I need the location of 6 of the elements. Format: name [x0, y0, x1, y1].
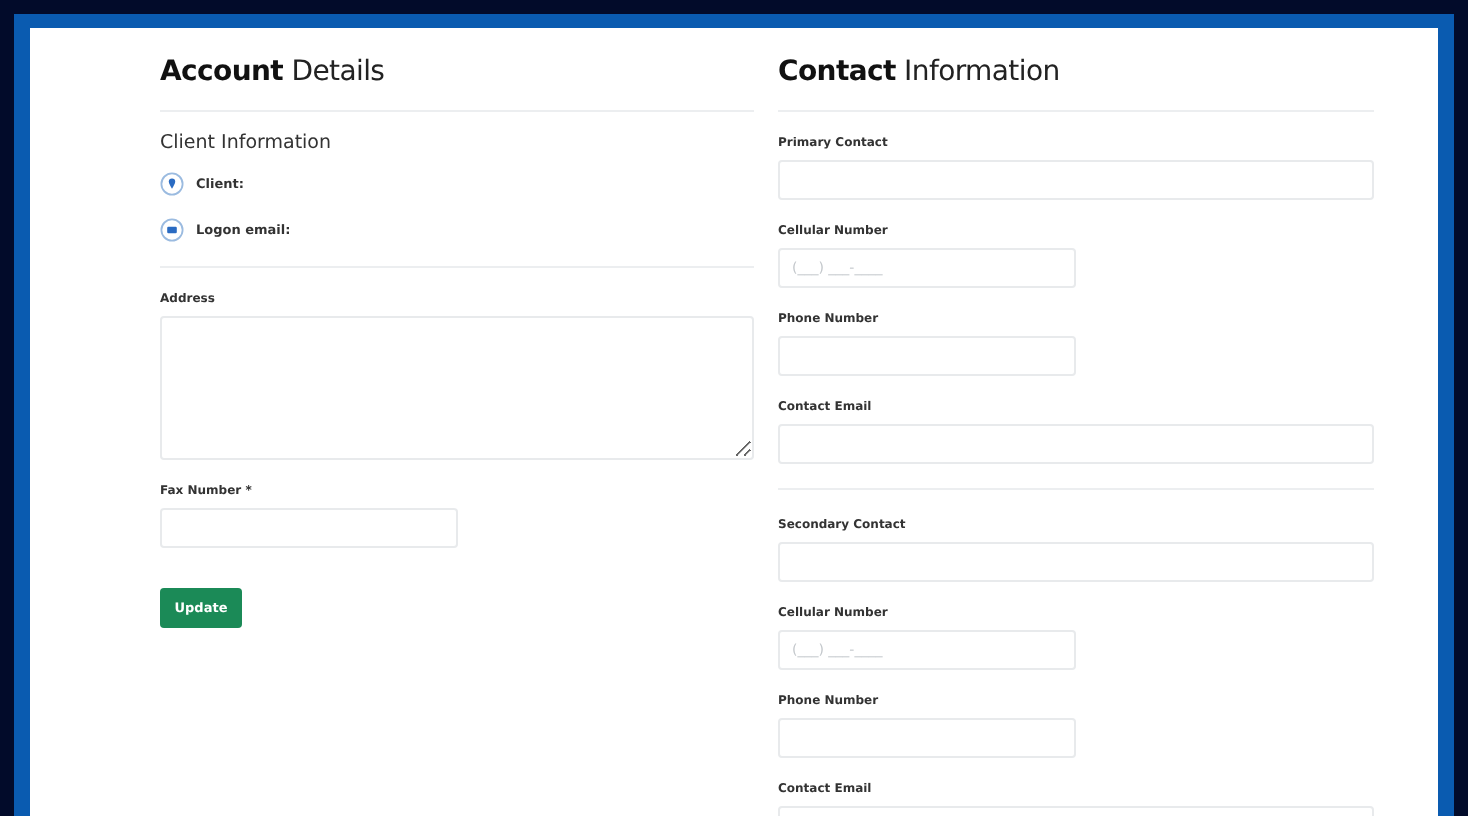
envelope-icon: [160, 217, 184, 241]
subsection-heading: Client Information: [160, 130, 334, 156]
section-heading: Account Details: [160, 54, 387, 92]
section-heading: Contact Information: [778, 54, 1062, 92]
address-field[interactable]: [160, 316, 754, 460]
location-pin-icon: [160, 171, 184, 195]
